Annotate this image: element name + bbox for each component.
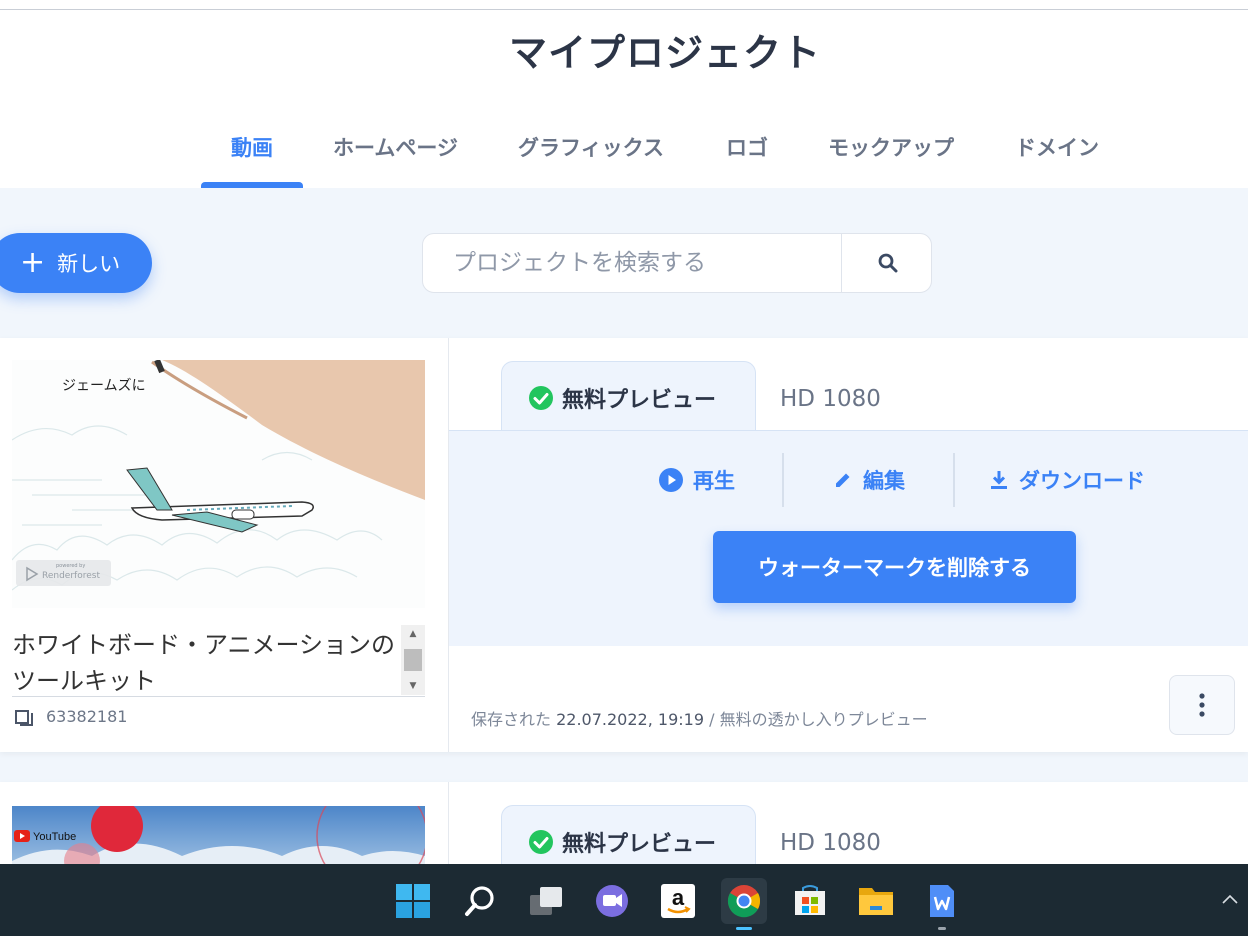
action-divider	[782, 453, 784, 507]
tab-video[interactable]: 動画	[231, 132, 273, 162]
document-app-icon	[930, 885, 954, 917]
saved-date: 22.07.2022, 19:19	[556, 710, 704, 729]
play-label: 再生	[693, 469, 735, 493]
tab-mockup[interactable]: モックアップ	[828, 132, 954, 162]
scroll-up-arrow[interactable]: ▲	[401, 625, 425, 643]
file-explorer-button[interactable]	[853, 878, 899, 924]
check-circle-icon	[529, 829, 553, 854]
more-vertical-icon	[1199, 693, 1205, 717]
watermark-renderforest: Renderforest	[42, 571, 100, 581]
search-icon	[465, 886, 494, 916]
scrollbar-thumb[interactable]	[404, 649, 422, 671]
browser-top-edge	[0, 0, 1248, 10]
copy-icon	[15, 709, 33, 726]
chrome-button[interactable]	[721, 878, 767, 930]
page-header: マイプロジェクト 動画 ホームページ グラフィックス ロゴ モックアップ ドメイ…	[0, 10, 1248, 188]
status-badge: 無料プレビュー	[501, 361, 756, 433]
download-label: ダウンロード	[1019, 469, 1145, 493]
saved-suffix: / 無料の透かし入りプレビュー	[709, 710, 928, 729]
video-quality: HD 1080	[780, 830, 881, 856]
project-details: 無料プレビュー HD 1080	[449, 782, 1248, 877]
youtube-label: YouTube	[33, 831, 76, 843]
amazon-icon: a	[661, 884, 695, 918]
saved-prefix: 保存された	[471, 710, 552, 729]
project-card: ジェームズに powered by Renderforest ホワイトボード・ア…	[0, 338, 1248, 752]
plus-icon: +	[20, 245, 46, 280]
teams-chat-icon	[596, 885, 628, 917]
search-icon	[878, 253, 897, 273]
project-title-field[interactable]: ホワイトボード・アニメーションのツールキット ▲ ▼	[12, 625, 425, 697]
tab-website[interactable]: ホームページ	[333, 132, 458, 162]
project-search	[422, 233, 932, 293]
new-project-label: 新しい	[57, 252, 121, 276]
title-scrollbar[interactable]: ▲ ▼	[401, 625, 425, 695]
status-label: 無料プレビュー	[562, 387, 717, 413]
whiteboard-scene-image: ジェームズに powered by Renderforest	[12, 360, 425, 608]
taskbar-search-button[interactable]	[457, 878, 503, 924]
project-id-value: 63382181	[46, 707, 128, 726]
watermark-small: powered by	[56, 563, 85, 569]
amazon-app-button[interactable]: a	[655, 878, 701, 924]
project-card: YouTube 無料プレビュー HD 1080	[0, 782, 1248, 877]
teams-chat-button[interactable]	[589, 878, 635, 924]
task-view-icon	[530, 887, 562, 915]
more-options-button[interactable]	[1169, 675, 1235, 735]
edit-button[interactable]: 編集	[833, 465, 905, 495]
thumbnail-caption: ジェームズに	[62, 378, 146, 394]
chrome-icon	[727, 885, 761, 918]
play-button[interactable]: 再生	[659, 465, 735, 495]
os-taskbar: a	[0, 864, 1248, 936]
active-app-indicator	[736, 927, 752, 930]
folder-icon	[859, 888, 893, 915]
windows-start-button[interactable]	[390, 878, 436, 924]
download-button[interactable]: ダウンロード	[989, 465, 1145, 495]
wps-writer-button[interactable]	[919, 878, 965, 930]
video-quality: HD 1080	[780, 386, 881, 412]
tab-logo[interactable]: ロゴ	[726, 132, 768, 162]
new-project-button[interactable]: + 新しい	[0, 233, 152, 293]
project-thumbnail-column: ジェームズに powered by Renderforest ホワイトボード・ア…	[0, 338, 449, 752]
action-divider	[953, 453, 955, 507]
microsoft-store-button[interactable]	[787, 878, 833, 924]
status-label: 無料プレビュー	[562, 831, 717, 857]
search-input[interactable]	[423, 234, 841, 292]
running-app-indicator	[938, 927, 946, 930]
edit-label: 編集	[863, 469, 905, 493]
search-button[interactable]	[841, 234, 931, 292]
action-panel: 再生 編集 ダウンロード ウォーターマークを削除する	[449, 430, 1248, 646]
saved-info: 保存された 22.07.2022, 19:19 / 無料の透かし入りプレビュー	[471, 706, 928, 730]
project-title[interactable]: ホワイトボード・アニメーションのツールキット	[12, 627, 398, 699]
pencil-icon	[836, 473, 850, 487]
tab-domain[interactable]: ドメイン	[1015, 132, 1099, 162]
category-tabs: 動画 ホームページ グラフィックス ロゴ モックアップ ドメイン	[0, 120, 1248, 188]
windows-logo-icon	[396, 884, 430, 918]
project-thumbnail[interactable]: ジェームズに powered by Renderforest	[12, 360, 425, 608]
project-details: 無料プレビュー HD 1080 再生 編集 ダウンロード ウォーターマークを削除…	[449, 338, 1248, 752]
remove-watermark-button[interactable]: ウォーターマークを削除する	[713, 531, 1076, 603]
download-icon	[991, 471, 1007, 489]
svg-text:a: a	[672, 885, 685, 910]
play-circle-icon	[659, 468, 683, 492]
projects-toolbar: + 新しい	[0, 188, 1248, 338]
project-id: 63382181	[14, 707, 127, 726]
store-icon	[795, 885, 825, 915]
show-hidden-icons-chevron-icon[interactable]	[1218, 888, 1242, 912]
project-thumbnail-column: YouTube	[0, 782, 449, 876]
scroll-down-arrow[interactable]: ▼	[401, 677, 425, 695]
tab-graphics[interactable]: グラフィックス	[518, 132, 664, 162]
task-view-button[interactable]	[523, 878, 569, 924]
check-circle-icon	[529, 385, 553, 410]
page-title: マイプロジェクト	[508, 31, 821, 75]
